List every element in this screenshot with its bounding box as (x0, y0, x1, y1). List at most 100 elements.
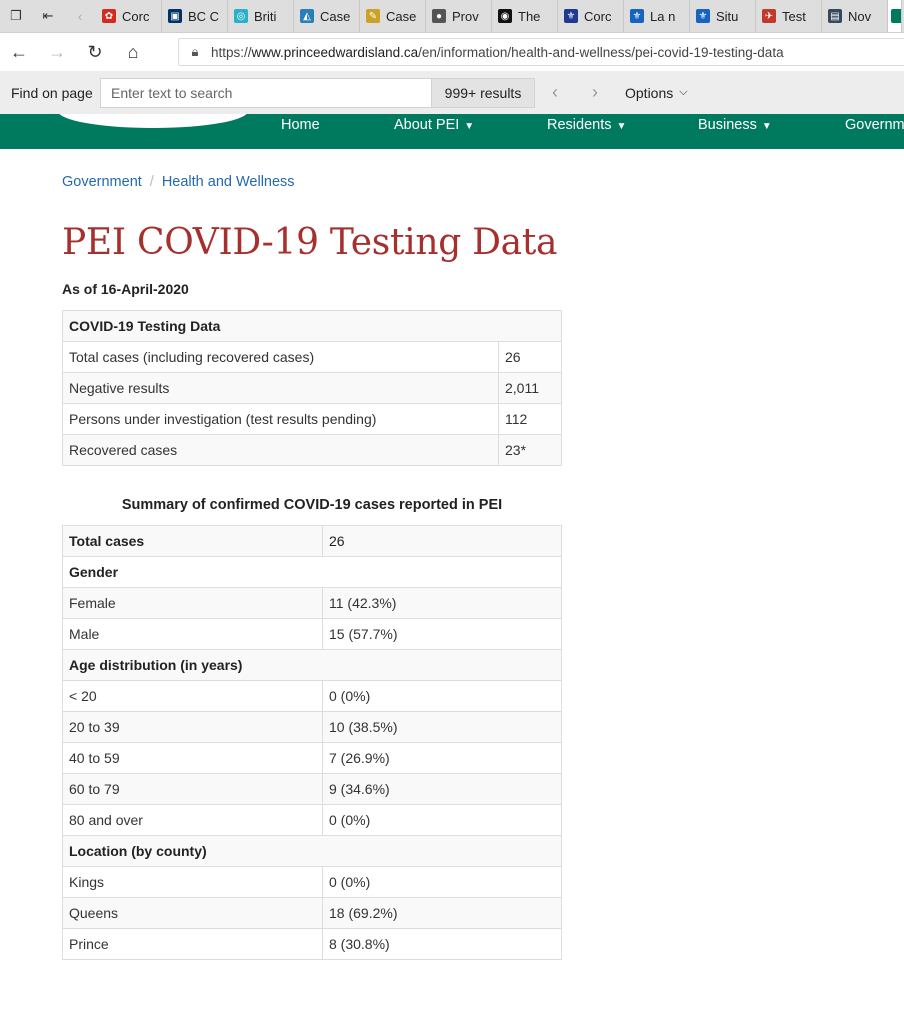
browser-tab[interactable]: ◉ The (492, 0, 558, 32)
row-label: 60 to 79 (62, 773, 323, 805)
tab-label: Case (386, 8, 417, 24)
table-row: 40 to 59 7 (26.9%) (62, 742, 562, 774)
back-button[interactable]: ← (0, 33, 38, 71)
nav-business[interactable]: Business ▼ (698, 117, 772, 133)
site-nav: Home About PEI ▼ Residents ▼ Business ▼ Gov… (0, 114, 904, 149)
url-field[interactable]: 🔒︎ https://www.princeedwardisland.ca/en/… (178, 38, 904, 66)
section-header-row: Location (by county) (62, 835, 562, 867)
tab-label: Test (782, 8, 806, 24)
row-label: 20 to 39 (62, 711, 323, 743)
testing-table-header: COVID-19 Testing Data (62, 310, 562, 342)
row-value: 18 (69.2%) (322, 897, 562, 929)
table-row: 80 and over 0 (0%) (62, 804, 562, 836)
favicon-icon: ✿ (102, 9, 116, 23)
row-label: Male (62, 618, 323, 650)
tab-label: Briti (254, 8, 277, 24)
favicon-icon: ⚜ (630, 9, 644, 23)
breadcrumb-separator: / (149, 174, 154, 190)
browser-tab[interactable]: ▤ Nov (822, 0, 888, 32)
table-row: Male 15 (57.7%) (62, 618, 562, 650)
row-label: Female (62, 587, 323, 619)
browser-tab[interactable]: ◎ Briti (228, 0, 294, 32)
browser-tab[interactable]: ✈ Test (756, 0, 822, 32)
row-label: 80 and over (62, 804, 323, 836)
nav-business-label: Business (698, 117, 757, 133)
row-value: 10 (38.5%) (322, 711, 562, 743)
tab-label: Nov (848, 8, 872, 24)
logo-wave (58, 114, 248, 128)
summary-table: Total cases 26 Gender Female 11 (42.3%) Ma… (62, 525, 562, 960)
nav-government[interactable]: Governm (845, 117, 904, 133)
tab-label: La n (650, 8, 676, 24)
refresh-button[interactable]: ↻ (76, 33, 114, 71)
nav-residents[interactable]: Residents ▼ (547, 117, 626, 133)
browser-tab[interactable]: ✎ Case (360, 0, 426, 32)
gender-header: Gender (62, 556, 562, 588)
favicon-icon: ◭ (300, 9, 314, 23)
row-label: 40 to 59 (62, 742, 323, 774)
row-label: Prince (62, 928, 323, 960)
forward-button[interactable]: → (38, 33, 76, 71)
find-label: Find on page (11, 84, 93, 101)
row-label: Recovered cases (62, 434, 499, 466)
tab-scroll-left-icon[interactable]: ‹ (64, 0, 96, 32)
favicon-icon: ◉ (498, 9, 512, 23)
tab-active[interactable] (888, 0, 902, 32)
table-row: Total cases 26 (62, 525, 562, 557)
table-row: Total cases (including recovered cases) 2… (62, 341, 562, 373)
find-options-button[interactable]: Options ⌵ (625, 85, 688, 101)
breadcrumb-health-and-wellness[interactable]: Health and Wellness (162, 174, 295, 190)
row-value: 15 (57.7%) (322, 618, 562, 650)
find-previous-button[interactable]: ‹ (535, 82, 575, 103)
chevron-down-icon: ▼ (761, 121, 772, 132)
find-bar: Find on page Enter text to search 999+ r… (0, 71, 904, 114)
nav-government-label: Governm (845, 117, 904, 133)
browser-tab[interactable]: ● Prov (426, 0, 492, 32)
testing-data-table: COVID-19 Testing Data Total cases (inclu… (62, 310, 562, 466)
row-label: Total cases (including recovered cases) (62, 341, 499, 373)
age-header: Age distribution (in years) (62, 649, 562, 681)
tab-label: Corc (584, 8, 612, 24)
nav-about-pei[interactable]: About PEI ▼ (394, 117, 474, 133)
row-value: 23* (498, 434, 562, 466)
row-value: 0 (0%) (322, 680, 562, 712)
tab-label: The (518, 8, 541, 24)
breadcrumb: Government / Health and Wellness (62, 174, 295, 190)
favicon-icon: ⚜ (696, 9, 710, 23)
browser-tab[interactable]: ⚜ Corc (558, 0, 624, 32)
browser-tab[interactable]: ⚜ Situ (690, 0, 756, 32)
nav-residents-label: Residents (547, 117, 612, 133)
home-button[interactable]: ⌂ (114, 33, 152, 71)
tab-label: Situ (716, 8, 739, 24)
table-row: Negative results 2,011 (62, 372, 562, 404)
table-row: Recovered cases 23* (62, 434, 562, 466)
browser-tab[interactable]: ◭ Case (294, 0, 360, 32)
chevron-down-icon: ▼ (616, 121, 627, 132)
nav-about-pei-label: About PEI (394, 117, 460, 133)
set-tabs-aside-icon[interactable]: ⇤ (32, 0, 64, 32)
find-input[interactable]: Enter text to search (100, 77, 432, 108)
nav-home-label: Home (281, 117, 320, 133)
row-value: 0 (0%) (322, 866, 562, 898)
row-value: 2,011 (498, 372, 562, 404)
chevron-down-icon: ▼ (464, 121, 475, 132)
row-value: 9 (34.6%) (322, 773, 562, 805)
nav-home[interactable]: Home (281, 117, 320, 133)
favicon-icon: ● (432, 9, 446, 23)
find-options-label: Options (625, 84, 674, 101)
find-next-button[interactable]: › (575, 82, 615, 103)
browser-tab[interactable]: ⚜ La n (624, 0, 690, 32)
breadcrumb-government[interactable]: Government (62, 174, 142, 190)
total-cases-label: Total cases (62, 525, 323, 557)
row-value: 112 (498, 403, 562, 435)
favicon-icon: ✈ (762, 9, 776, 23)
tab-actions-icon[interactable]: ❐ (0, 0, 32, 32)
browser-tab[interactable]: ✿ Corc (96, 0, 162, 32)
table-row: 60 to 79 9 (34.6%) (62, 773, 562, 805)
location-header: Location (by county) (62, 835, 562, 867)
row-label: Kings (62, 866, 323, 898)
table-row: Queens 18 (69.2%) (62, 897, 562, 929)
as-of-date: As of 16-April-2020 (62, 281, 189, 297)
row-value: 7 (26.9%) (322, 742, 562, 774)
browser-tab[interactable]: ▣ BC C (162, 0, 228, 32)
